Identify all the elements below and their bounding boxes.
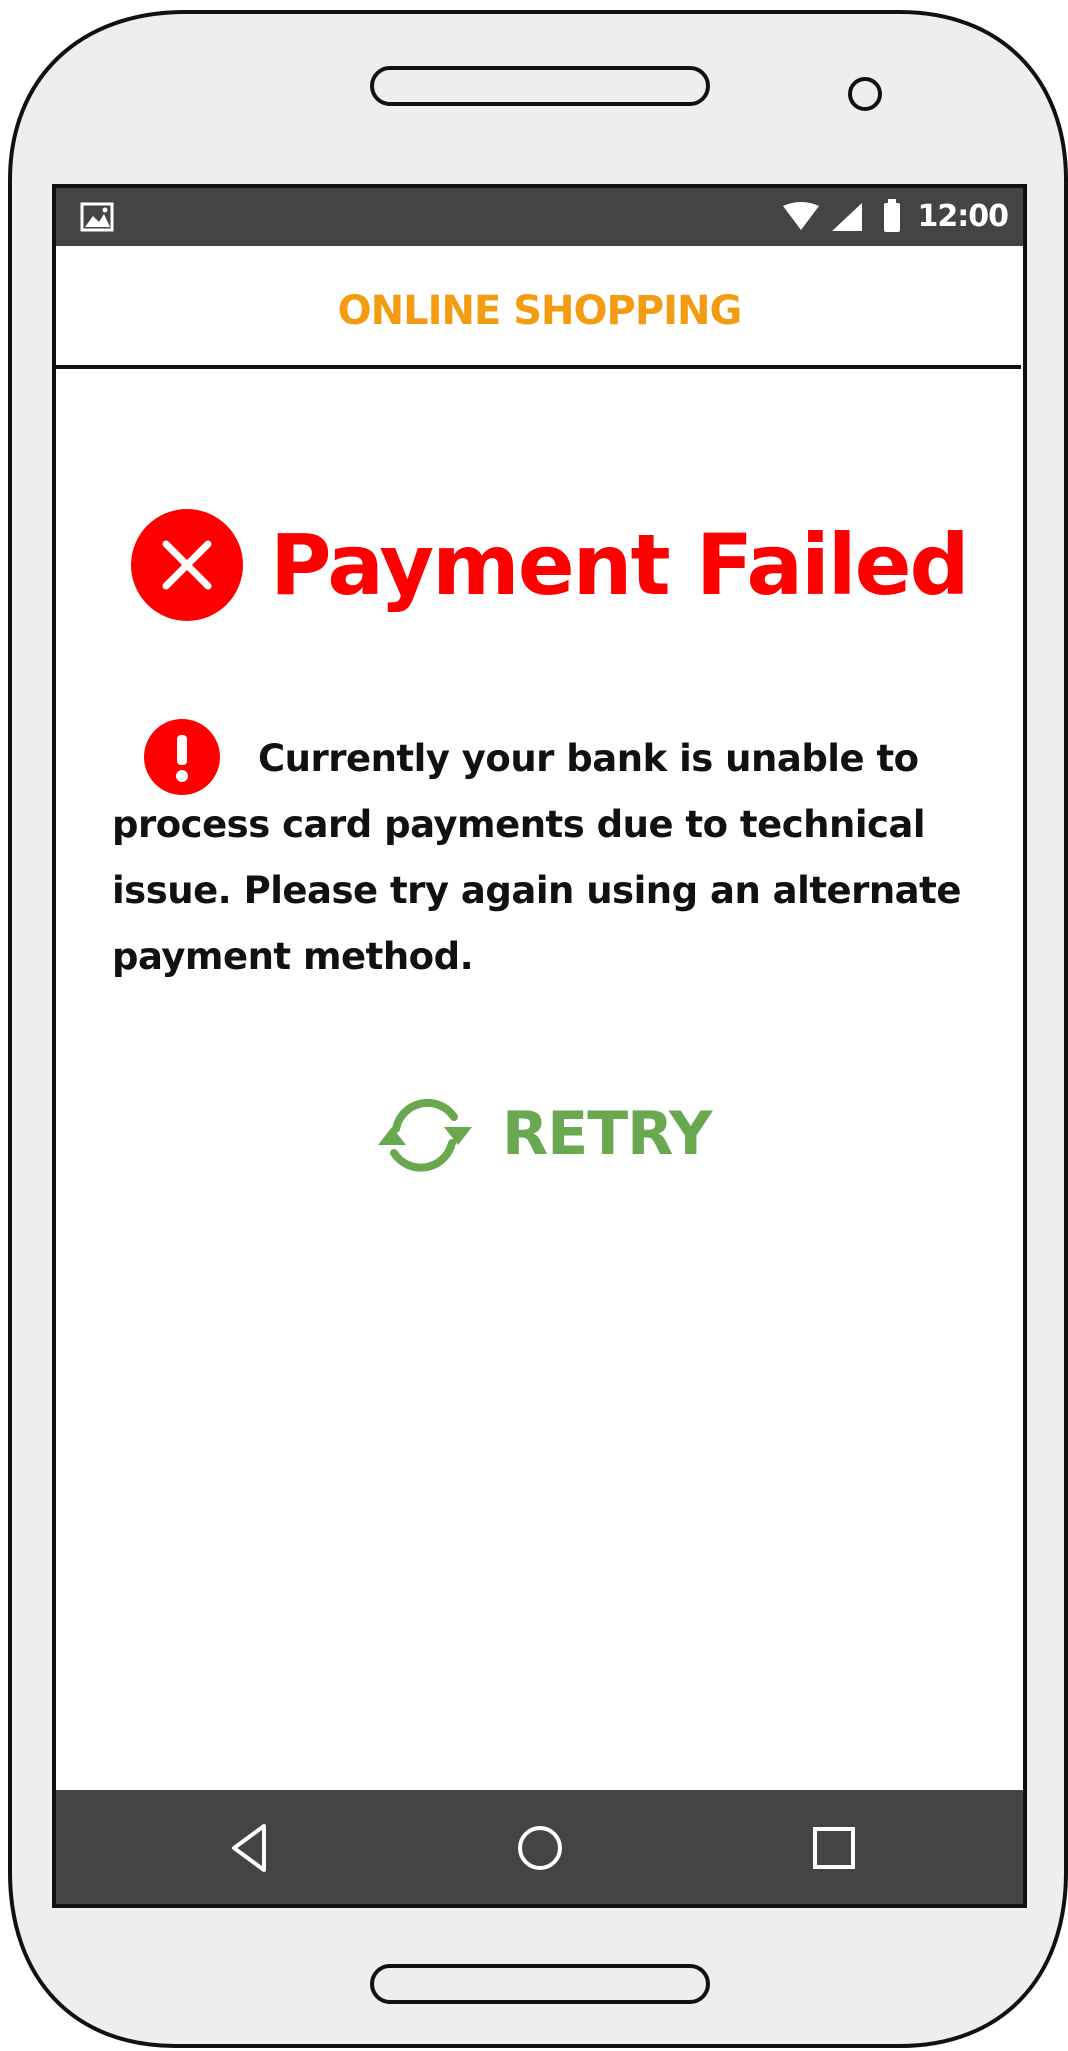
message-text: Currently your bank is unable to process… bbox=[112, 737, 961, 978]
refresh-icon bbox=[378, 1098, 472, 1172]
image-icon bbox=[80, 202, 114, 232]
signal-icon bbox=[832, 203, 862, 231]
close-circle-icon bbox=[131, 509, 243, 621]
retry-label: RETRY bbox=[502, 1099, 712, 1169]
recent-apps-icon[interactable] bbox=[806, 1820, 862, 1876]
battery-icon bbox=[884, 199, 900, 232]
status-time: 12:00 bbox=[917, 199, 1010, 234]
payment-failed-message: Currently your bank is unable to process… bbox=[112, 726, 972, 990]
app-title: ONLINE SHOPPING bbox=[337, 288, 743, 334]
payment-failed-title: Payment Failed bbox=[270, 516, 970, 614]
status-bar: 12:00 bbox=[56, 188, 1023, 246]
home-icon[interactable] bbox=[512, 1820, 568, 1876]
retry-button[interactable]: RETRY bbox=[368, 1085, 712, 1181]
back-icon[interactable] bbox=[224, 1820, 280, 1876]
header-divider bbox=[56, 365, 1021, 369]
wifi-icon bbox=[783, 202, 819, 230]
nav-bar bbox=[56, 1790, 1023, 1904]
